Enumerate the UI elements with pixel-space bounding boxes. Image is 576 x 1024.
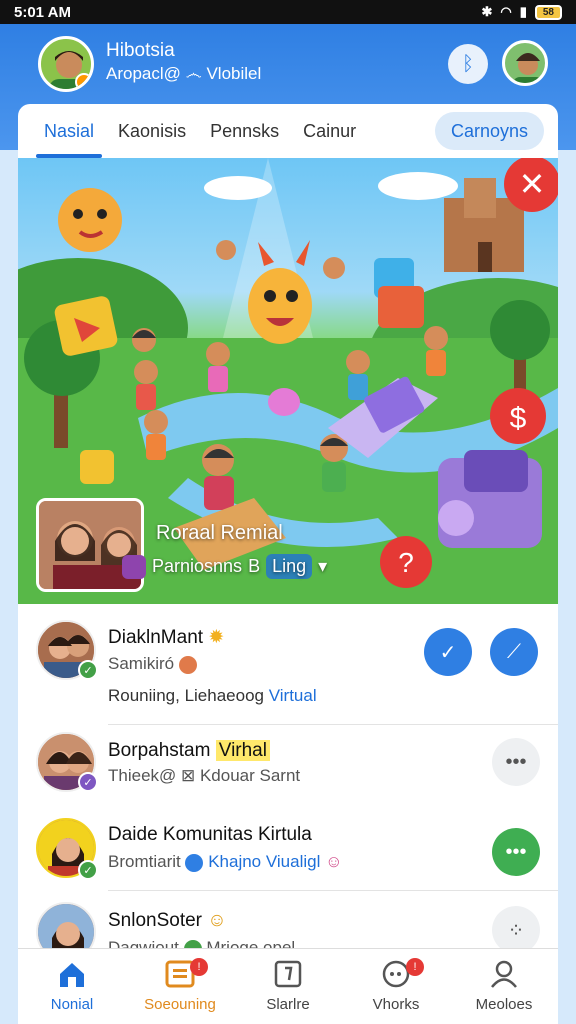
tab-nasial[interactable]: Nasial xyxy=(32,104,106,158)
header-subtitle: Aropacl@ ෴ Vlobilel xyxy=(106,64,262,83)
divider xyxy=(108,890,558,891)
avatar-illustration xyxy=(513,53,543,83)
nav-profile-label: Meoloes xyxy=(475,996,533,1013)
item-title-text: DiaklnMant xyxy=(108,627,204,648)
nav-works-label: Vhorks xyxy=(372,996,420,1013)
item-title: Borpahstam Virhal xyxy=(108,740,270,762)
hero-caption-pill[interactable]: Ling xyxy=(266,554,313,579)
list-item[interactable]: ✓ DiaklnMant ✹ Samikiró Rouniing, Liehae… xyxy=(18,604,558,724)
svg-text:$: $ xyxy=(510,402,527,435)
nav-works[interactable]: ! Vhorks xyxy=(346,952,446,1022)
app-icon xyxy=(122,554,146,579)
nav-share[interactable]: Slarlre xyxy=(238,952,338,1022)
tab-pennsks[interactable]: Pennsks xyxy=(198,104,291,158)
nav-share-label: Slarlre xyxy=(266,996,310,1013)
person-icon xyxy=(489,960,519,988)
nav-scheduling[interactable]: ! Soeouning xyxy=(130,952,230,1022)
online-badge xyxy=(75,73,91,89)
item-subtitle-text: Bromtiarit xyxy=(108,852,181,871)
nav-home[interactable]: Nonial xyxy=(22,952,122,1022)
bluetooth-icon: ✱ xyxy=(481,4,493,19)
user-avatar[interactable] xyxy=(502,40,548,86)
dot-badge-icon xyxy=(178,655,197,674)
item-subtitle: Bromtiarit Khajno Viualigl ☺ xyxy=(108,852,342,872)
tab-carnoyns[interactable]: Carnoyns xyxy=(434,112,544,150)
hero-caption-title: Roraal Remial xyxy=(156,522,283,544)
item-title-text: Borpahstam xyxy=(108,740,211,761)
check-icon: ✓ xyxy=(439,641,457,664)
meta-text-3: Virtual xyxy=(268,686,317,705)
more-button[interactable]: ••• xyxy=(492,738,540,786)
notification-badge: ! xyxy=(406,957,424,976)
tab-cainur[interactable]: Cainur xyxy=(291,104,368,158)
hero-banner[interactable]: $ ? ✕ Roraal Remial Parniosnns B Ling ▾ xyxy=(18,158,558,604)
more-icon: ⁘ xyxy=(507,919,525,942)
list-item[interactable]: ✓ Daide Komunitas Kirtula Bromtiarit Kha… xyxy=(18,808,558,892)
item-subtitle: Samikiró xyxy=(108,654,197,674)
signal-icon: ⟋ xyxy=(507,640,521,663)
community-list: ✓ DiaklnMant ✹ Samikiró Rouniing, Liehae… xyxy=(18,604,558,964)
profile-avatar[interactable] xyxy=(38,36,94,92)
close-button[interactable]: ✕ xyxy=(504,158,558,212)
chevron-down-icon[interactable]: ▾ xyxy=(318,556,327,577)
item-title: SnlonSoter ☺ xyxy=(108,910,227,932)
meta-text-1: Rouniing, xyxy=(108,686,180,705)
more-icon: ••• xyxy=(505,750,527,773)
close-icon: ✕ xyxy=(518,166,546,202)
emoji-icon: ☺ xyxy=(207,910,227,931)
nav-home-label: Nonial xyxy=(50,996,94,1013)
tab-kaonisis[interactable]: Kaonisis xyxy=(106,104,198,158)
bottom-navigation: Nonial ! Soeouning Slarlre ! Vhorks Meol… xyxy=(18,948,558,1024)
verified-icon: ✓ xyxy=(78,660,98,680)
battery-icon: 58 xyxy=(534,4,562,20)
item-subtitle-text: Samikiró xyxy=(108,654,175,673)
category-tabs: Nasial Kaonisis Pennsks Cainur Carnoyns xyxy=(18,104,558,158)
sparkle-icon: ✹ xyxy=(208,627,225,648)
verified-icon: ✓ xyxy=(78,772,98,792)
verified-icon: ✓ xyxy=(78,860,98,880)
item-title-text: SnlonSoter xyxy=(108,910,203,931)
chat-button[interactable]: ••• xyxy=(492,828,540,876)
nav-profile[interactable]: Meoloes xyxy=(454,952,554,1022)
item-title: Daide Komunitas Kirtula xyxy=(108,824,312,845)
hero-caption-text: Parniosnns xyxy=(152,556,243,576)
home-icon xyxy=(57,960,87,988)
signal-icon: ▮ xyxy=(519,4,527,19)
hero-caption-subtitle: Parniosnns B Ling ▾ xyxy=(122,554,327,579)
bluetooth-button[interactable]: ᛒ xyxy=(448,44,488,84)
item-meta: Rouniing, Liehaeoog Virtual xyxy=(108,686,317,706)
status-time: 5:01 AM xyxy=(14,3,71,21)
chat-icon: ••• xyxy=(505,840,527,863)
nav-scheduling-label: Soeouning xyxy=(144,996,216,1013)
notification-badge: ! xyxy=(190,957,208,976)
join-button[interactable]: ⟋ xyxy=(490,628,538,676)
bluetooth-icon: ᛒ xyxy=(462,52,474,75)
item-title: DiaklnMant ✹ xyxy=(108,626,224,649)
list-item[interactable]: ✓ Borpahstam Virhal Thieek@ ⊠ Kdouar Sar… xyxy=(18,724,558,808)
item-subtitle-link[interactable]: Khajno Viualigl xyxy=(208,852,320,871)
svg-text:?: ? xyxy=(398,547,414,578)
item-tag: Virhal xyxy=(215,740,270,761)
header-title: Hibotsia xyxy=(106,40,175,61)
wifi-icon: ◠ xyxy=(500,4,512,19)
emoji-icon: ☺ xyxy=(325,852,343,871)
status-bar: 5:01 AM ✱ ◠ ▮ 58 xyxy=(0,0,576,24)
note-icon xyxy=(273,960,303,988)
location-icon xyxy=(185,853,204,872)
meta-text-2: Liehaeoog xyxy=(184,686,264,705)
more-button[interactable]: ⁘ xyxy=(492,906,540,954)
item-subtitle: Thieek@ ⊠ Kdouar Sarnt xyxy=(108,766,301,785)
status-icons: ✱ ◠ ▮ 58 xyxy=(481,4,562,20)
hero-caption-badge: B xyxy=(248,556,261,576)
check-button[interactable]: ✓ xyxy=(424,628,472,676)
